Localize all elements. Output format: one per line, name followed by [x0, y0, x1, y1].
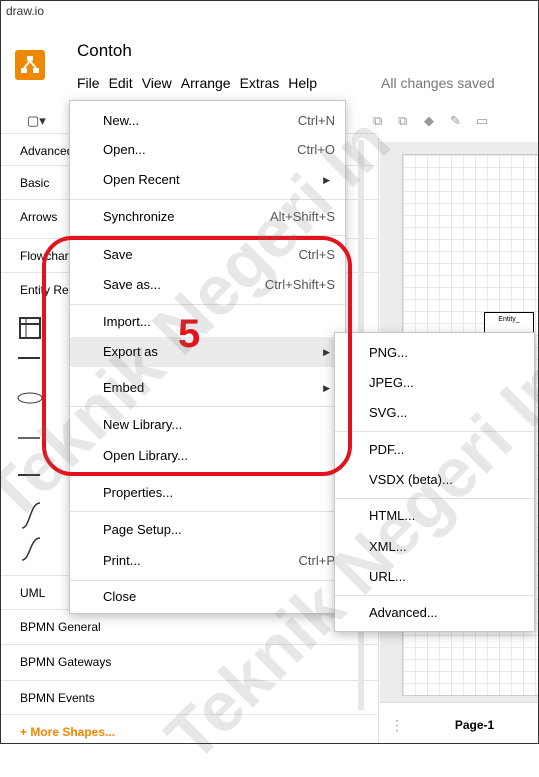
page-tab[interactable]: Page-1 [410, 705, 539, 745]
export-jpeg[interactable]: JPEG... [335, 368, 534, 398]
document-title[interactable]: Contoh [77, 41, 132, 61]
menu-item-properties[interactable]: Properties... [70, 478, 345, 508]
entity-label: Entity_ [498, 316, 520, 323]
save-status: All changes saved [381, 75, 495, 91]
export-xml[interactable]: XML... [335, 532, 534, 562]
menu-item-synchronize[interactable]: Synchronize Alt+Shift+S [70, 202, 345, 232]
panel-toggle-icon[interactable]: ▢▾ [27, 114, 46, 128]
line-color-icon[interactable]: ✎ [450, 114, 466, 128]
export-html[interactable]: HTML... [335, 501, 534, 531]
shadow-icon[interactable]: ▭ [476, 114, 492, 128]
menu-item-open-recent[interactable]: Open Recent ▶ [70, 165, 345, 195]
export-svg[interactable]: SVG... [335, 398, 534, 428]
menu-item-new[interactable]: New... Ctrl+N [70, 106, 345, 136]
annotation-step-number: 5 [178, 312, 201, 356]
category-bpmn-gateways[interactable]: BPMN Gateways [0, 644, 378, 678]
menu-help[interactable]: Help [288, 75, 317, 91]
export-pdf[interactable]: PDF... [335, 435, 534, 465]
category-bpmn-general[interactable]: BPMN General [0, 609, 378, 643]
export-url[interactable]: URL... [335, 562, 534, 592]
menu-file[interactable]: File [77, 75, 100, 91]
menu-arrange[interactable]: Arrange [181, 75, 231, 91]
menu-item-page-setup[interactable]: Page Setup... [70, 515, 345, 545]
fill-color-icon[interactable]: ◆ [424, 114, 440, 128]
menu-edit[interactable]: Edit [109, 75, 133, 91]
more-shapes-link[interactable]: + More Shapes... [0, 714, 378, 748]
export-vsdx[interactable]: VSDX (beta)... [335, 465, 534, 495]
page-tabs-bar: ⋮ Page-1 [380, 702, 539, 745]
drawio-logo-icon[interactable] [15, 50, 45, 80]
menu-item-print[interactable]: Print... Ctrl+P [70, 546, 345, 576]
to-back-icon[interactable]: ⧉ [398, 114, 414, 128]
menu-item-close[interactable]: Close [70, 582, 345, 612]
window-title: draw.io [6, 4, 45, 18]
app-header: Contoh File Edit View Arrange Extras Hel… [0, 22, 539, 103]
menu-view[interactable]: View [142, 75, 172, 91]
category-bpmn-events[interactable]: BPMN Events [0, 680, 378, 714]
page-menu-icon[interactable]: ⋮ [390, 717, 404, 734]
to-front-icon[interactable]: ⧉ [373, 114, 389, 128]
export-png[interactable]: PNG... [335, 338, 534, 368]
export-submenu: PNG... JPEG... SVG... PDF... VSDX (beta)… [334, 332, 535, 632]
submenu-arrow-icon: ▶ [323, 175, 330, 185]
export-advanced[interactable]: Advanced... [335, 598, 534, 628]
menu-bar: File Edit View Arrange Extras Help [77, 75, 326, 91]
menu-item-open[interactable]: Open... Ctrl+O [70, 135, 345, 165]
menu-extras[interactable]: Extras [240, 75, 280, 91]
